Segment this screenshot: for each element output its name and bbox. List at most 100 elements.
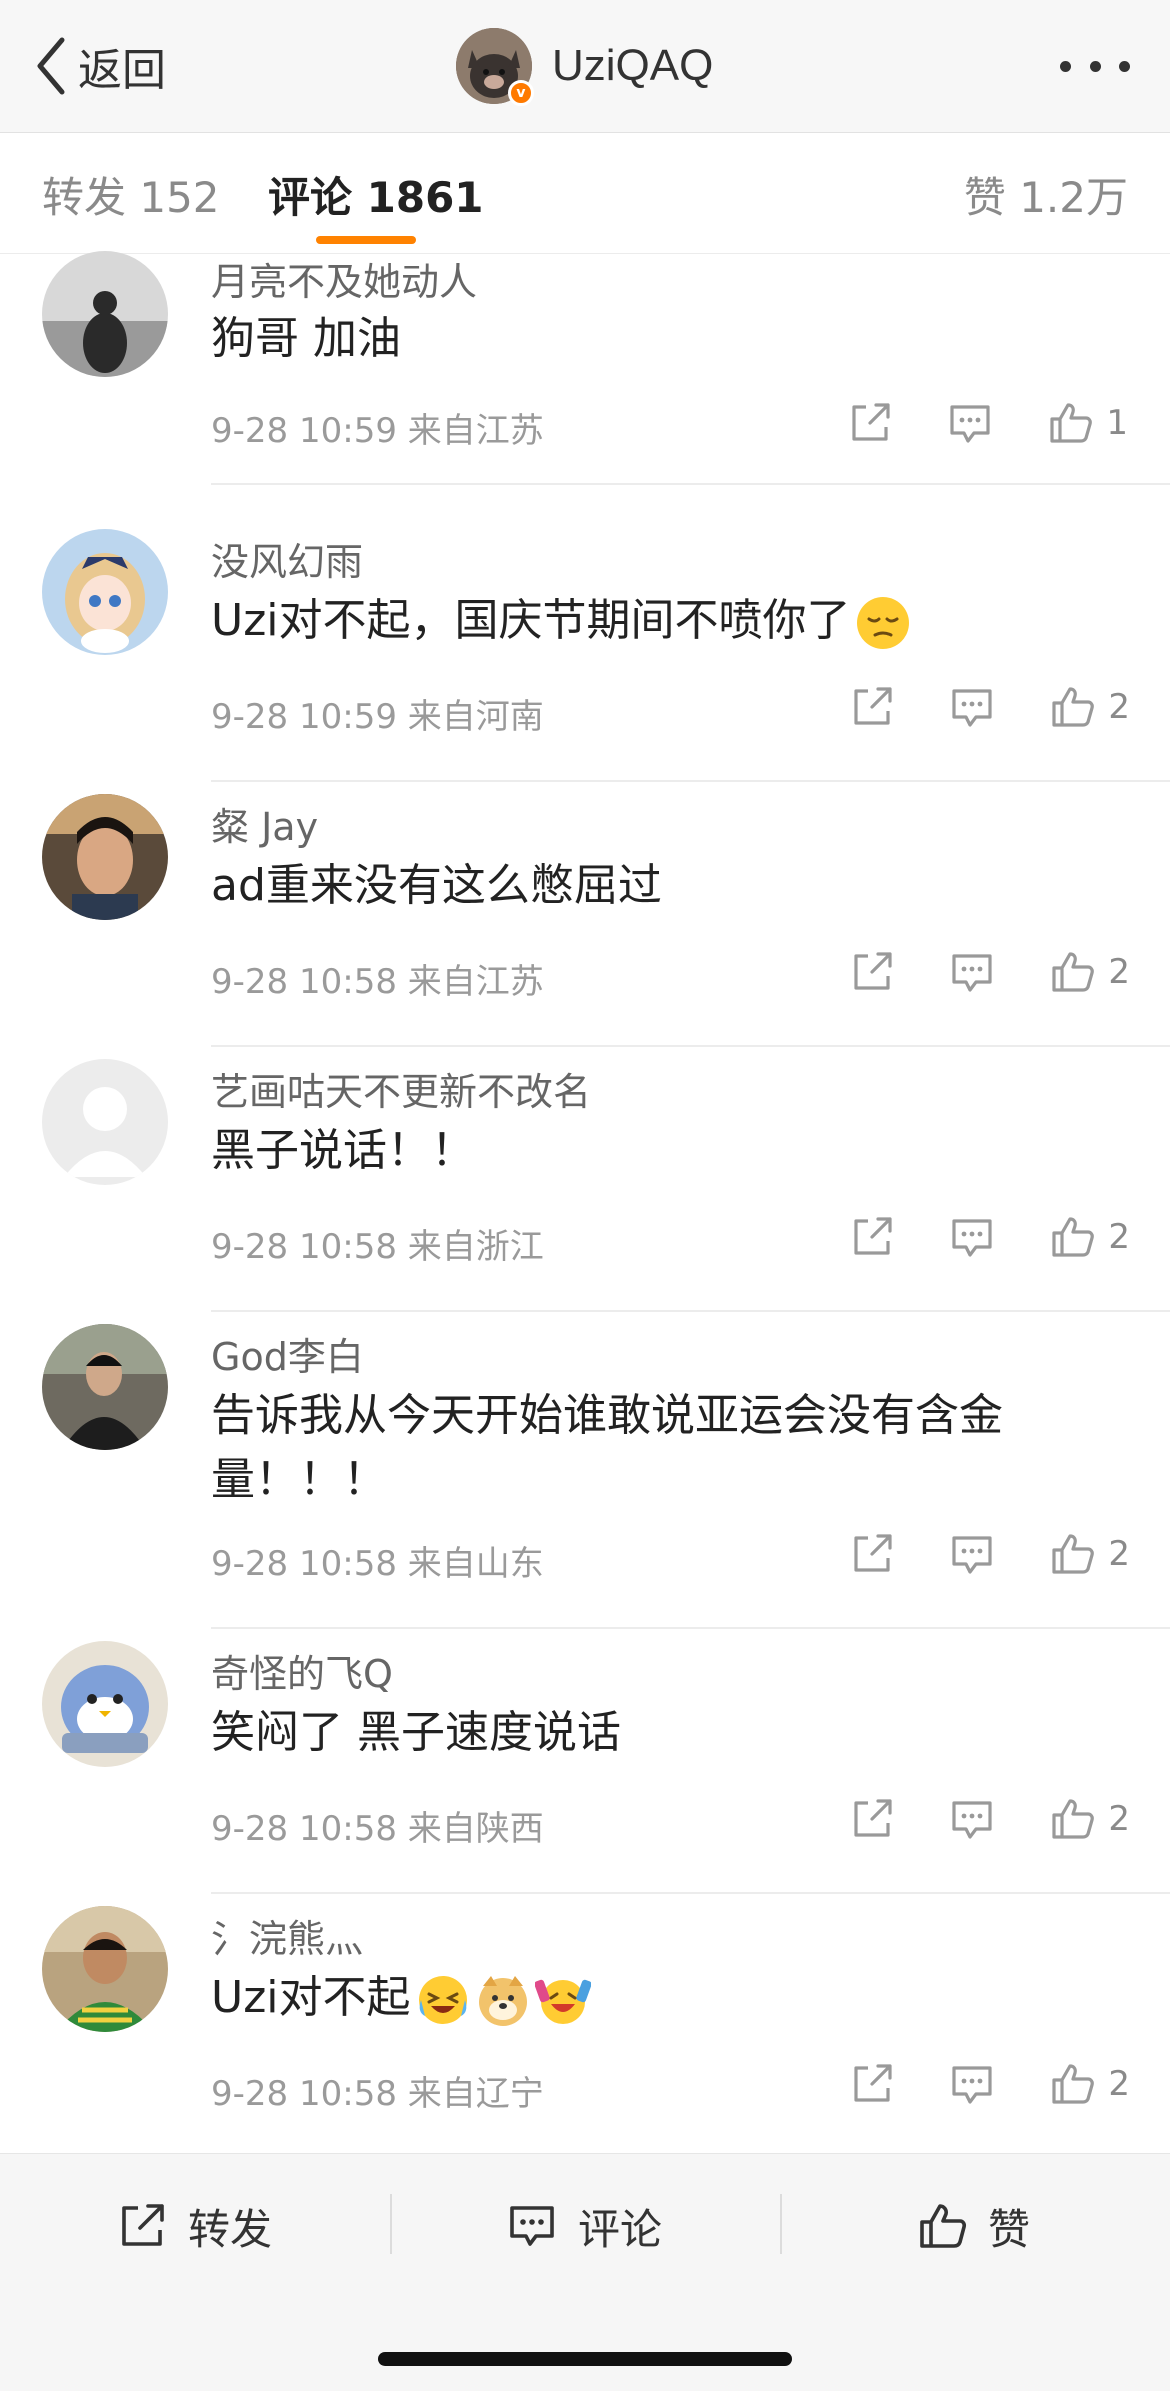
avatar[interactable] — [42, 1059, 168, 1185]
tab-repost[interactable]: 转发 152 — [42, 164, 220, 225]
share-icon — [122, 2204, 164, 2246]
comment-author[interactable]: 氵浣熊灬 — [211, 1908, 363, 1963]
comment-text: 告诉我从今天开始谁敢说亚运会没有含金量！！！ — [211, 1390, 1003, 1505]
verified-badge: v — [508, 80, 534, 106]
comment-item: 粲 Jay ad重来没有这么憋屈过 9-28 10:58 来自江苏 2 — [0, 782, 1170, 1047]
comment-item: 艺画咕天不更新不改名 黑子说话！！ 9-28 10:58 来自浙江 2 — [0, 1047, 1170, 1312]
title-avatar: v — [456, 28, 534, 106]
comment-icon[interactable] — [948, 1795, 996, 1843]
comment-icon[interactable] — [948, 2060, 996, 2108]
comment-item: 奇怪的飞Q 笑闷了 黑子速度说话 9-28 10:58 来自陕西 2 — [0, 1629, 1170, 1894]
comment-meta: 9-28 10:58 来自浙江 — [211, 1227, 544, 1267]
comment-icon[interactable] — [948, 948, 996, 996]
share-icon[interactable] — [848, 948, 896, 996]
comment-author[interactable]: 没风幻雨 — [211, 531, 363, 586]
doge-face-emoji — [478, 1976, 527, 2026]
thumbs-up-icon[interactable] — [1048, 2060, 1096, 2108]
like-label: 赞 — [988, 2204, 1031, 2254]
comment-button[interactable]: 评论 — [506, 2194, 662, 2258]
comment-label: 评论 — [578, 2204, 663, 2254]
comment-icon[interactable] — [948, 1213, 996, 1261]
like-count: 1 — [1106, 403, 1128, 443]
grinning-party-face-emoji — [534, 1979, 591, 2024]
comment-item: God李白 告诉我从今天开始谁敢说亚运会没有含金量！！！ 9-28 10:58 … — [0, 1312, 1170, 1629]
comment-actions: 2 — [848, 683, 1130, 731]
comment-meta: 9-28 10:59 来自河南 — [211, 697, 544, 737]
comment-list: 月亮不及她动人 狗哥 加油 9-28 10:59 来自江苏 1 没风幻雨 Uzi… — [0, 251, 1170, 2159]
comment-author[interactable]: 艺画咕天不更新不改名 — [211, 1061, 591, 1116]
tab-comment[interactable]: 评论 1861 — [268, 164, 484, 225]
comment-meta: 9-28 10:58 来自陕西 — [211, 1809, 544, 1849]
share-icon[interactable] — [846, 399, 894, 447]
like-count: 2 — [1108, 952, 1130, 992]
repost-button[interactable]: 转发 — [116, 2194, 272, 2258]
comment-author[interactable]: 月亮不及她动人 — [211, 251, 477, 306]
tab-bar: 转发 152 评论 1861 赞 1.2万 — [0, 134, 1170, 254]
divider — [211, 483, 1170, 485]
comment-icon — [510, 2206, 554, 2246]
comment-text: 狗哥 加油 — [211, 313, 401, 364]
comment-text: 黑子说话！！ — [211, 1125, 475, 1176]
like-count: 2 — [1108, 1217, 1130, 1257]
avatar[interactable] — [42, 1641, 168, 1767]
comment-actions: 2 — [848, 1213, 1130, 1261]
like-button[interactable]: 赞 — [916, 2194, 1030, 2258]
comment-actions: 2 — [848, 948, 1130, 996]
avatar[interactable] — [42, 251, 168, 377]
comment-meta: 9-28 10:58 来自江苏 — [211, 962, 544, 1002]
comment-icon[interactable] — [946, 399, 994, 447]
share-icon[interactable] — [848, 1795, 896, 1843]
more-dots-icon[interactable] — [1060, 58, 1130, 74]
thumbs-up-icon[interactable] — [1048, 948, 1096, 996]
comment-icon[interactable] — [948, 683, 996, 731]
avatar[interactable] — [42, 1324, 168, 1450]
profile-title[interactable]: v UziQAQ — [456, 28, 714, 106]
thumbs-up-icon[interactable] — [1048, 683, 1096, 731]
back-button[interactable]: 返回 — [34, 34, 166, 98]
comment-actions: 1 — [846, 399, 1128, 447]
comment-item: 没风幻雨 Uzi对不起，国庆节期间不喷你了 9-28 10:59 来自河南 2 — [0, 517, 1170, 782]
repost-label: 转发 — [188, 2204, 273, 2254]
avatar[interactable] — [42, 529, 168, 655]
comment-text: 笑闷了 黑子速度说话 — [211, 1707, 621, 1758]
share-icon[interactable] — [848, 1213, 896, 1261]
comment-text: Uzi对不起，国庆节期间不喷你了 — [211, 589, 1111, 653]
like-count: 2 — [1108, 687, 1130, 727]
avatar[interactable] — [42, 1906, 168, 2032]
thumbs-up-icon[interactable] — [1048, 1213, 1096, 1261]
comment-icon[interactable] — [948, 1530, 996, 1578]
share-icon[interactable] — [848, 2060, 896, 2108]
top-nav-bar: 返回 v UziQAQ — [0, 0, 1170, 133]
avatar[interactable] — [42, 794, 168, 920]
pensive-face-emoji — [856, 597, 909, 649]
page-title: UziQAQ — [552, 41, 714, 90]
comment-meta: 9-28 10:58 来自山东 — [211, 1544, 544, 1584]
separator — [390, 2194, 392, 2254]
share-icon[interactable] — [848, 1530, 896, 1578]
comment-text: Uzi对不起 — [211, 1966, 1111, 2030]
comment-actions: 2 — [848, 2060, 1130, 2108]
comment-author[interactable]: 粲 Jay — [211, 796, 318, 851]
separator — [780, 2194, 782, 2254]
tab-like[interactable]: 赞 1.2万 — [964, 164, 1128, 225]
comment-author[interactable]: 奇怪的飞Q — [211, 1643, 393, 1698]
thumbs-up-icon[interactable] — [1046, 399, 1094, 447]
comment-author[interactable]: God李白 — [211, 1326, 364, 1381]
home-indicator — [378, 2352, 792, 2366]
active-tab-indicator — [316, 236, 416, 244]
thumbs-up-icon[interactable] — [1048, 1795, 1096, 1843]
comment-item: 月亮不及她动人 狗哥 加油 9-28 10:59 来自江苏 1 — [0, 245, 1170, 485]
thumbs-up-icon[interactable] — [1048, 1530, 1096, 1578]
like-count: 2 — [1108, 1534, 1130, 1574]
laughing-crying-face-emoji — [418, 1976, 467, 2024]
back-label: 返回 — [78, 45, 166, 96]
comment-meta: 9-28 10:58 来自辽宁 — [211, 2074, 544, 2114]
like-count: 2 — [1108, 2064, 1130, 2104]
share-icon[interactable] — [848, 683, 896, 731]
comment-meta: 9-28 10:59 来自江苏 — [211, 411, 544, 451]
comment-text: ad重来没有这么憋屈过 — [211, 860, 662, 911]
thumbs-up-icon — [920, 2204, 967, 2248]
back-chevron-icon — [37, 37, 65, 95]
like-count: 2 — [1108, 1799, 1130, 1839]
comment-item: 氵浣熊灬 Uzi对不起 9-28 10:58 来自辽宁 2 — [0, 1894, 1170, 2159]
